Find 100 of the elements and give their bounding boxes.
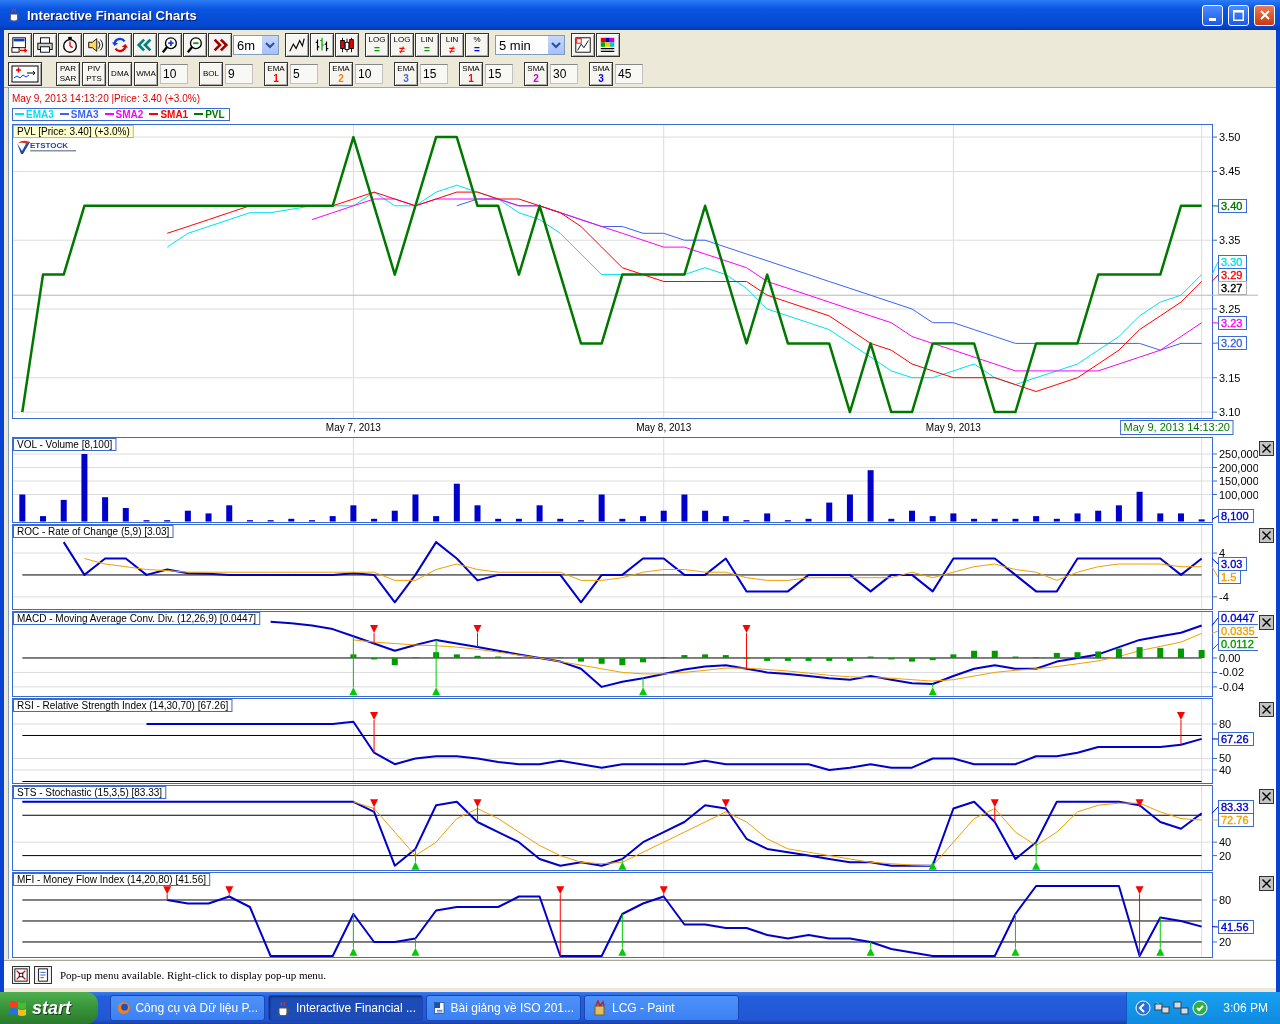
stopwatch-icon [61,36,79,54]
taskbar-button[interactable]: Interactive Financial ... [268,995,423,1021]
chart-settings-button[interactable] [571,33,595,57]
indicator-button[interactable]: WMA [134,61,158,86]
close-icon [1262,444,1271,453]
zoom-in-button[interactable] [158,33,182,57]
input-field[interactable]: 5 [290,63,318,84]
windows-logo-icon [8,998,28,1018]
input-field[interactable]: 10 [355,63,383,84]
axis-tick-label: 100,000 [1219,488,1258,501]
scale-button[interactable]: % = [465,33,489,57]
indicator-button[interactable]: EMA 1 [264,61,288,86]
paint-icon [591,1000,607,1016]
axis-tick-label: 3.50 [1219,131,1241,144]
indicator-button[interactable]: BOL [199,61,223,86]
input-field[interactable]: 30 [550,63,578,84]
input-field[interactable]: 15 [485,63,513,84]
chart-settings-icon [574,36,592,54]
network-icon [1154,1000,1171,1016]
scale-button[interactable]: LOG = [365,33,389,57]
axis-tick-label: 0.00 [1219,651,1241,664]
close-panel-button[interactable] [1259,441,1274,456]
close-button[interactable] [1254,4,1275,26]
panel-title: MACD - Moving Average Conv. Div. (12,26,9) [0.0447] [13,612,261,625]
bar-chart-icon [313,36,331,54]
window-title: Interactive Financial Charts [27,7,198,23]
zoom-out-button[interactable] [183,33,207,57]
panel-title: PVL [Price: 3.40] (+3.0%) [13,125,134,138]
indicator-button[interactable]: PIV PTS [82,61,106,86]
minimize-icon [1209,17,1216,21]
refresh-icon [111,36,129,54]
legend-label: SMA3 [70,108,99,120]
indicator-button[interactable]: DMA [108,61,132,86]
document-icon [36,967,50,982]
close-panel-button[interactable] [1259,876,1274,891]
axis-tick-label: -4 [1219,590,1229,603]
axis-tick-label: 80 [1219,894,1232,906]
indicator-button[interactable]: SMA 1 [459,61,483,86]
speaker-button[interactable] [83,33,107,57]
start-button[interactable]: start [0,992,98,1024]
candlestick-icon [338,36,356,54]
chart-wave-icon [11,64,39,83]
axis-tick-label: -0.02 [1219,666,1245,679]
indicator-button[interactable]: EMA 3 [394,61,418,86]
input-field[interactable]: 10 [160,63,188,84]
close-panel-button[interactable] [1259,789,1274,804]
scale-button[interactable]: LOG ≠ [390,33,414,57]
print-button[interactable] [34,965,52,984]
refresh-button[interactable] [108,33,132,57]
indicator-button[interactable]: EMA 2 [329,61,353,86]
indicator-button[interactable]: PAR SAR [56,61,80,86]
input-field[interactable]: 9 [225,63,253,84]
close-panel-button[interactable] [1259,528,1274,543]
candlestick-button[interactable] [335,33,359,57]
axis-tick-label: 200,000 [1219,461,1258,474]
zoom-in-icon [161,36,179,54]
axis-tick-label: 3.10 [1219,406,1241,419]
browser-icon [117,1000,131,1016]
new-window-button[interactable] [8,33,32,57]
chevron-left-icon [1135,1000,1152,1016]
fit-button[interactable] [12,965,30,984]
indicator-button[interactable]: SMA 2 [524,61,548,86]
network-icon [1173,1000,1190,1016]
clock: 3:06 PM [1223,1001,1268,1015]
double-chevron-right-button[interactable] [208,33,232,57]
interval-dropdown[interactable]: 5 min [495,35,565,55]
minimize-button[interactable] [1202,4,1223,26]
new-window-icon [11,36,29,54]
speaker-icon [86,36,104,54]
status-text: Pop-up menu available. Right-click to display pop-up menu. [60,968,327,981]
double-chevron-left-icon [136,36,154,54]
bar-chart-button[interactable] [310,33,334,57]
color-palette-button[interactable] [596,33,620,57]
color-palette-icon [599,36,617,54]
printer-button[interactable] [33,33,57,57]
printer-icon [36,36,54,54]
input-field[interactable]: 45 [615,63,643,84]
axis-tick-label: 3.35 [1219,234,1241,247]
line-chart-button[interactable] [285,33,309,57]
indicator-button[interactable]: SMA 3 [589,61,613,86]
ref-line-label: 3.27 [1221,282,1243,294]
line-chart-icon [288,36,306,54]
axis-tick-label: 80 [1219,718,1232,730]
axis-tick-label: 3.45 [1219,165,1241,178]
scale-button[interactable]: LIN = [415,33,439,57]
axis-tick-label: 3.15 [1219,371,1241,384]
double-chevron-left-button[interactable] [133,33,157,57]
close-panel-button[interactable] [1259,615,1274,630]
panel-title: STS - Stochastic (15,3,5) [83.33] [13,786,167,799]
input-field[interactable]: 15 [420,63,448,84]
cup-icon [275,1000,291,1016]
close-panel-button[interactable] [1259,702,1274,717]
zoom-out-icon [186,36,204,54]
period-dropdown[interactable]: 6m [233,35,279,55]
panel-title: ROC - Rate of Change (5,9) [3.03] [13,525,174,538]
maximize-button[interactable] [1228,4,1249,26]
indicator-chart-button[interactable] [8,61,42,86]
panel-title: RSI - Relative Strength Index (14,30,70) [67.26] [13,699,233,712]
scale-button[interactable]: LIN ≠ [440,33,464,57]
stopwatch-button[interactable] [58,33,82,57]
